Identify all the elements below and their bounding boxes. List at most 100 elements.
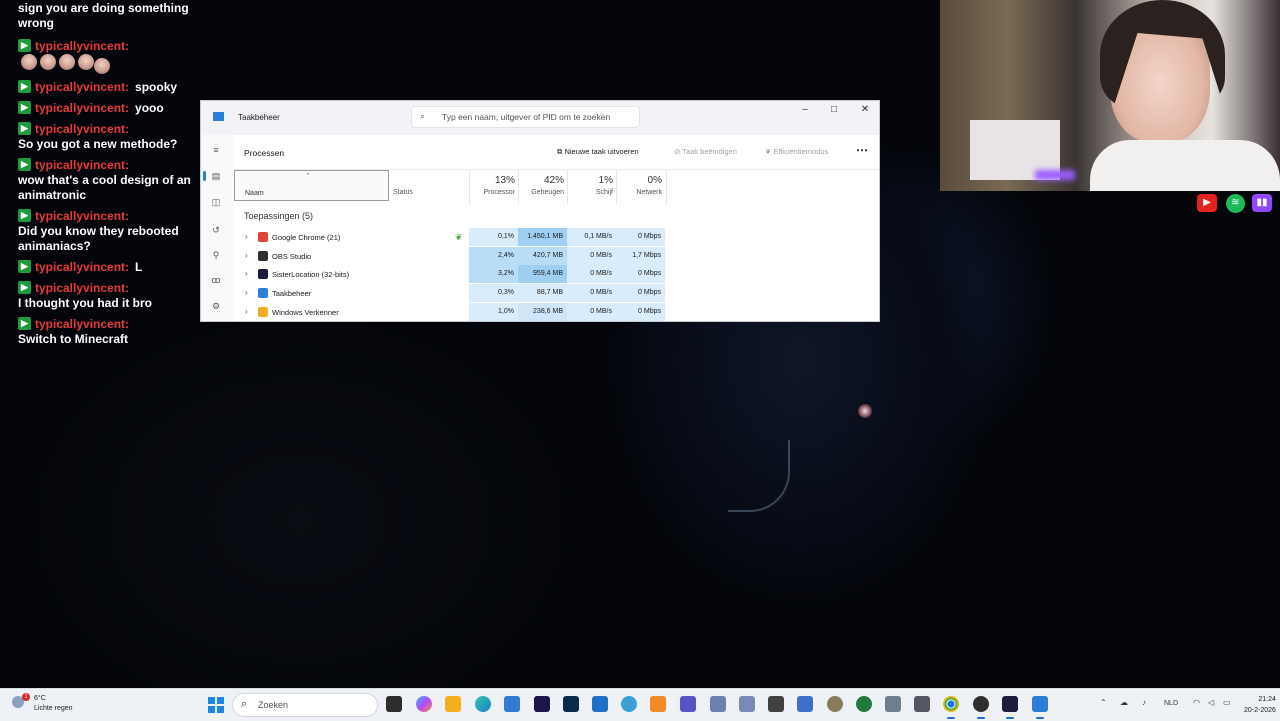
store-icon[interactable] [504, 696, 520, 712]
sisterlocation-icon[interactable] [1002, 696, 1018, 719]
column-header-status[interactable]: Status [393, 189, 413, 196]
process-row[interactable]: › SisterLocation (32-bits) 3,2% 959,4 MB 0 M… [233, 265, 873, 284]
tray-mic-icon[interactable]: ♪ [1142, 698, 1146, 707]
processes-icon[interactable]: ▤ [210, 171, 222, 182]
expand-chevron-icon[interactable]: › [245, 288, 248, 297]
column-header-memory[interactable]: 42% Geheugen [518, 170, 568, 204]
process-network: 0 Mbps [616, 228, 665, 246]
chat-text: Did you know they rebooted animaniacs? [18, 224, 179, 253]
efficiency-mode-button[interactable]: ❦ Efficiëntiemodus [765, 147, 828, 156]
app-icon-f[interactable] [768, 696, 784, 712]
process-icon [258, 288, 268, 299]
pane-header: Processen ⧉ Nieuwe taak uitvoeren ⊘ Taak… [233, 135, 879, 169]
process-row[interactable]: › Taakbeheer 0,3% 88,7 MB 0 MB/s 0 Mbps [233, 284, 873, 303]
expand-chevron-icon[interactable]: › [245, 269, 248, 278]
volume-icon[interactable]: ◁ [1208, 698, 1214, 707]
column-header-network[interactable]: 0% Netwerk [616, 170, 667, 204]
minimize-button[interactable]: – [794, 104, 816, 120]
chat-text: spooky [135, 80, 178, 94]
animatronic-eye [858, 404, 872, 418]
users-icon[interactable]: ꝏ [210, 275, 222, 286]
outlook-icon[interactable] [592, 696, 608, 712]
wifi-icon[interactable]: ◠ [1193, 698, 1200, 707]
group-header-apps[interactable]: Toepassingen (5) [244, 211, 313, 221]
process-disk: 0 MB/s [567, 246, 616, 265]
app-icon-a[interactable] [621, 696, 637, 712]
app-icon-c[interactable] [680, 696, 696, 712]
maximize-button[interactable]: □ [823, 104, 845, 120]
chat-username: typicallyvincent: [35, 281, 130, 295]
settings-icon[interactable]: ⚙ [210, 301, 222, 312]
twitch-icon: ▮▮ [1252, 194, 1272, 212]
chat-username: typicallyvincent: [35, 209, 130, 223]
process-name: Google Chrome (21) [272, 233, 341, 242]
weather-badge: 1 [22, 693, 30, 701]
search-input[interactable]: ⌕ Typ een naam, uitgever of PID om te zo… [411, 106, 640, 128]
performance-icon[interactable]: ◫ [210, 197, 222, 208]
column-header-disk[interactable]: 1% Schijf [567, 170, 617, 204]
edge-icon[interactable] [475, 696, 491, 712]
column-header-name[interactable]: ⌃ Naam [234, 170, 389, 201]
app-icon-e[interactable] [739, 696, 755, 712]
startup-apps-icon[interactable]: ⚲ [210, 250, 222, 261]
copilot-icon[interactable] [416, 696, 432, 712]
language-indicator[interactable]: NLD [1164, 700, 1178, 707]
process-row[interactable]: › Windows Verkenner 1,0% 238,6 MB 0 MB/s 0 Mb… [233, 302, 873, 321]
app-icon-j[interactable] [885, 696, 901, 712]
more-options-button[interactable]: ⋯ [856, 143, 868, 157]
chat-username: typicallyvincent: [35, 101, 130, 115]
taskbar-search-input[interactable]: ⌕ Zoeken [232, 693, 378, 717]
processes-pane: Processen ⧉ Nieuwe taak uitvoeren ⊘ Taak… [233, 135, 879, 321]
app-icon-i[interactable] [856, 696, 872, 712]
task-view-icon[interactable] [386, 696, 402, 712]
app-icon-b[interactable] [650, 696, 666, 712]
process-row[interactable]: › OBS Studio 2,4% 420,7 MB 0 MB/s 1,7 Mbps [233, 246, 873, 265]
weather-condition: Lichte regen [34, 705, 73, 712]
hamburger-icon[interactable]: ≡ [210, 145, 222, 155]
webcam-feed [940, 0, 1280, 191]
app-icon-d[interactable] [710, 696, 726, 712]
app-icon-h[interactable] [827, 696, 843, 712]
app-history-icon[interactable]: ↺ [210, 225, 222, 236]
expand-chevron-icon[interactable]: › [245, 307, 248, 316]
app-icon-g[interactable] [797, 696, 813, 712]
process-row[interactable]: › Google Chrome (21) ❦ 0,1% 1.450,1 MB 0,1 MB… [233, 228, 873, 246]
chat-text: Switch to Minecraft [18, 332, 129, 346]
column-header-cpu[interactable]: 13% Processor [469, 170, 519, 204]
file-explorer-icon[interactable] [445, 696, 461, 712]
chrome-icon[interactable] [943, 696, 959, 719]
battery-icon[interactable]: ▭ [1223, 698, 1231, 707]
chat-badge-icon: ▶ [18, 122, 31, 135]
app-icon-k[interactable] [914, 696, 930, 712]
tray-chevron-icon[interactable]: ⌃ [1100, 698, 1107, 707]
obs-icon[interactable] [973, 696, 989, 719]
chat-message: ▶ typicallyvincent: [18, 39, 208, 74]
close-button[interactable]: ✕ [854, 104, 876, 120]
chat-text: yooo [135, 101, 164, 115]
process-cpu: 1,0% [469, 302, 518, 321]
clock-time: 21:24 [1258, 696, 1276, 703]
taskbar-search-placeholder: Zoeken [258, 700, 289, 710]
process-name: OBS Studio [272, 251, 312, 261]
emote-icon [40, 54, 56, 70]
expand-chevron-icon[interactable]: › [245, 232, 248, 241]
column-name-label: Naam [245, 190, 264, 197]
premiere-icon[interactable] [534, 696, 550, 712]
taskmanager-icon[interactable] [1032, 696, 1048, 719]
memory-label: Geheugen [531, 189, 564, 196]
chat-message: ▶ typicallyvincent: Switch to Minecraft [18, 317, 208, 347]
spotify-icon: ≋ [1226, 194, 1245, 213]
start-button-icon[interactable] [208, 697, 224, 713]
cpu-label: Processor [483, 189, 515, 196]
photoshop-icon[interactable] [563, 696, 579, 712]
chat-badge-icon: ▶ [18, 281, 31, 294]
search-icon: ⌕ [241, 698, 248, 710]
emote-icon [59, 54, 75, 70]
expand-chevron-icon[interactable]: › [245, 251, 248, 260]
tray-network-icon[interactable]: ☁ [1120, 698, 1128, 707]
nav-sidebar: ≡ ▤ ◫ ↺ ⚲ ꝏ ⚙ [201, 135, 233, 321]
taskbar: 1 6°C Lichte regen ⌕ Zoeken ⌃ ☁ ♪ NLD ◠ … [0, 688, 1280, 721]
new-task-button[interactable]: ⧉ Nieuwe taak uitvoeren [557, 147, 639, 157]
end-task-button[interactable]: ⊘ Taak beëindigen [674, 147, 737, 156]
clock[interactable]: 21:24 20-2-2026 [1244, 694, 1276, 716]
